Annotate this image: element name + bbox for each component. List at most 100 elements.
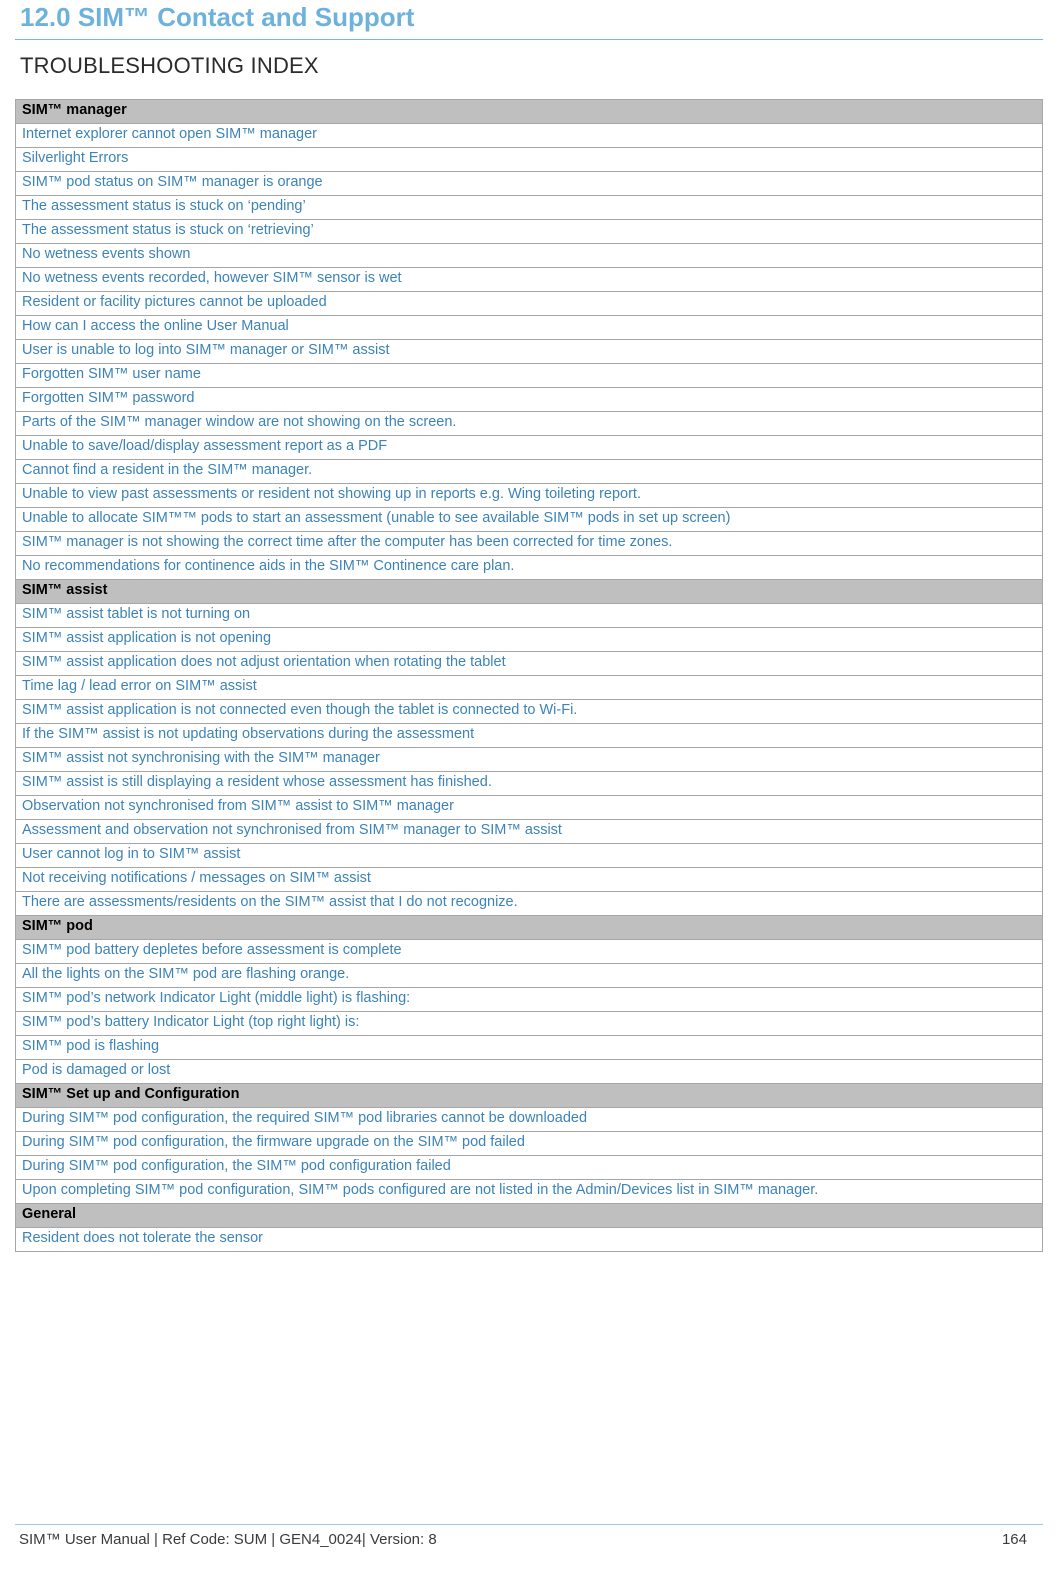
- index-entry-row[interactable]: If the SIM™ assist is not updating obser…: [15, 722, 1043, 748]
- index-entry-link[interactable]: The assessment status is stuck on ‘retri…: [15, 218, 1043, 244]
- index-group-row: General: [15, 1202, 1043, 1228]
- index-entry-link[interactable]: No wetness events recorded, however SIM™…: [15, 266, 1043, 292]
- index-entry-link[interactable]: User is unable to log into SIM™ manager …: [15, 338, 1043, 364]
- index-entry-row[interactable]: No recommendations for continence aids i…: [15, 554, 1043, 580]
- index-entry-row[interactable]: Resident or facility pictures cannot be …: [15, 290, 1043, 316]
- index-entry-link[interactable]: Pod is damaged or lost: [15, 1058, 1043, 1084]
- index-entry-row[interactable]: During SIM™ pod configuration, the requi…: [15, 1106, 1043, 1132]
- index-entry-link[interactable]: Observation not synchronised from SIM™ a…: [15, 794, 1043, 820]
- index-entry-link[interactable]: Upon completing SIM™ pod configuration, …: [15, 1178, 1043, 1204]
- index-entry-link[interactable]: Time lag / lead error on SIM™ assist: [15, 674, 1043, 700]
- index-entry-row[interactable]: During SIM™ pod configuration, the firmw…: [15, 1130, 1043, 1156]
- index-entry-row[interactable]: Unable to view past assessments or resid…: [15, 482, 1043, 508]
- index-entry-link[interactable]: No wetness events shown: [15, 242, 1043, 268]
- index-entry-link[interactable]: SIM™ pod is flashing: [15, 1034, 1043, 1060]
- section-heading: TROUBLESHOOTING INDEX: [20, 52, 319, 78]
- index-entry-link[interactable]: The assessment status is stuck on ‘pendi…: [15, 194, 1043, 220]
- index-entry-link[interactable]: SIM™ assist not synchronising with the S…: [15, 746, 1043, 772]
- index-entry-row[interactable]: During SIM™ pod configuration, the SIM™ …: [15, 1154, 1043, 1180]
- index-entry-row[interactable]: Resident does not tolerate the sensor: [15, 1226, 1043, 1252]
- index-entry-row[interactable]: User is unable to log into SIM™ manager …: [15, 338, 1043, 364]
- index-entry-row[interactable]: SIM™ assist tablet is not turning on: [15, 602, 1043, 628]
- index-entry-link[interactable]: SIM™ pod’s network Indicator Light (midd…: [15, 986, 1043, 1012]
- index-entry-link[interactable]: SIM™ pod’s battery Indicator Light (top …: [15, 1010, 1043, 1036]
- index-entry-link[interactable]: If the SIM™ assist is not updating obser…: [15, 722, 1043, 748]
- index-entry-link[interactable]: Assessment and observation not synchroni…: [15, 818, 1043, 844]
- index-entry-link[interactable]: SIM™ pod status on SIM™ manager is orang…: [15, 170, 1043, 196]
- index-entry-row[interactable]: SIM™ pod battery depletes before assessm…: [15, 938, 1043, 964]
- index-group-row: SIM™ pod: [15, 914, 1043, 940]
- index-entry-link[interactable]: Parts of the SIM™ manager window are not…: [15, 410, 1043, 436]
- index-entry-link[interactable]: Not receiving notifications / messages o…: [15, 866, 1043, 892]
- index-group-row: SIM™ assist: [15, 578, 1043, 604]
- index-entry-link[interactable]: Resident does not tolerate the sensor: [15, 1226, 1043, 1252]
- index-entry-link[interactable]: SIM™ assist tablet is not turning on: [15, 602, 1043, 628]
- index-group-row: SIM™ Set up and Configuration: [15, 1082, 1043, 1108]
- index-entry-row[interactable]: Cannot find a resident in the SIM™ manag…: [15, 458, 1043, 484]
- index-entry-row[interactable]: SIM™ pod’s network Indicator Light (midd…: [15, 986, 1043, 1012]
- index-entry-link[interactable]: All the lights on the SIM™ pod are flash…: [15, 962, 1043, 988]
- index-entry-row[interactable]: Forgotten SIM™ password: [15, 386, 1043, 412]
- index-entry-row[interactable]: SIM™ assist application is not opening: [15, 626, 1043, 652]
- index-entry-row[interactable]: SIM™ assist is still displaying a reside…: [15, 770, 1043, 796]
- index-entry-row[interactable]: SIM™ assist application does not adjust …: [15, 650, 1043, 676]
- index-entry-link[interactable]: There are assessments/residents on the S…: [15, 890, 1043, 916]
- index-entry-link[interactable]: SIM™ manager is not showing the correct …: [15, 530, 1043, 556]
- index-entry-row[interactable]: Observation not synchronised from SIM™ a…: [15, 794, 1043, 820]
- index-entry-row[interactable]: All the lights on the SIM™ pod are flash…: [15, 962, 1043, 988]
- index-entry-row[interactable]: The assessment status is stuck on ‘pendi…: [15, 194, 1043, 220]
- index-entry-row[interactable]: Not receiving notifications / messages o…: [15, 866, 1043, 892]
- index-entry-link[interactable]: User cannot log in to SIM™ assist: [15, 842, 1043, 868]
- index-entry-link[interactable]: No recommendations for continence aids i…: [15, 554, 1043, 580]
- index-entry-link[interactable]: SIM™ pod battery depletes before assessm…: [15, 938, 1043, 964]
- index-entry-row[interactable]: SIM™ pod’s battery Indicator Light (top …: [15, 1010, 1043, 1036]
- index-group-header: SIM™ Set up and Configuration: [15, 1082, 1043, 1108]
- index-entry-link[interactable]: During SIM™ pod configuration, the SIM™ …: [15, 1154, 1043, 1180]
- index-entry-row[interactable]: The assessment status is stuck on ‘retri…: [15, 218, 1043, 244]
- index-entry-row[interactable]: Assessment and observation not synchroni…: [15, 818, 1043, 844]
- index-entry-row[interactable]: Unable to allocate SIM™™ pods to start a…: [15, 506, 1043, 532]
- index-entry-link[interactable]: During SIM™ pod configuration, the requi…: [15, 1106, 1043, 1132]
- index-entry-row[interactable]: SIM™ pod status on SIM™ manager is orang…: [15, 170, 1043, 196]
- index-entry-link[interactable]: SIM™ assist application is not opening: [15, 626, 1043, 652]
- index-entry-link[interactable]: Resident or facility pictures cannot be …: [15, 290, 1043, 316]
- index-entry-link[interactable]: Forgotten SIM™ password: [15, 386, 1043, 412]
- troubleshooting-index-table: SIM™ manager Internet explorer cannot ope…: [15, 98, 1043, 1252]
- index-entry-link[interactable]: During SIM™ pod configuration, the firmw…: [15, 1130, 1043, 1156]
- index-entry-link[interactable]: Unable to view past assessments or resid…: [15, 482, 1043, 508]
- index-entry-link[interactable]: SIM™ assist application does not adjust …: [15, 650, 1043, 676]
- index-entry-row[interactable]: No wetness events recorded, however SIM™…: [15, 266, 1043, 292]
- index-entry-row[interactable]: Parts of the SIM™ manager window are not…: [15, 410, 1043, 436]
- index-entry-link[interactable]: SIM™ assist is still displaying a reside…: [15, 770, 1043, 796]
- index-group-row: SIM™ manager: [15, 98, 1043, 124]
- page-footer: SIM™ User Manual | Ref Code: SUM | GEN4_…: [15, 1524, 1043, 1557]
- index-entry-row[interactable]: No wetness events shown: [15, 242, 1043, 268]
- index-group-header: SIM™ manager: [15, 98, 1043, 124]
- index-entry-row[interactable]: Internet explorer cannot open SIM™ manag…: [15, 122, 1043, 148]
- index-group-header: SIM™ pod: [15, 914, 1043, 940]
- index-entry-row[interactable]: Unable to save/load/display assessment r…: [15, 434, 1043, 460]
- index-entry-link[interactable]: SIM™ assist application is not connected…: [15, 698, 1043, 724]
- index-entry-link[interactable]: Unable to allocate SIM™™ pods to start a…: [15, 506, 1043, 532]
- index-entry-row[interactable]: Pod is damaged or lost: [15, 1058, 1043, 1084]
- index-entry-link[interactable]: How can I access the online User Manual: [15, 314, 1043, 340]
- index-entry-row[interactable]: How can I access the online User Manual: [15, 314, 1043, 340]
- index-entry-row[interactable]: Silverlight Errors: [15, 146, 1043, 172]
- index-entry-link[interactable]: Internet explorer cannot open SIM™ manag…: [15, 122, 1043, 148]
- index-entry-link[interactable]: Forgotten SIM™ user name: [15, 362, 1043, 388]
- index-entry-link[interactable]: Cannot find a resident in the SIM™ manag…: [15, 458, 1043, 484]
- index-entry-row[interactable]: SIM™ assist not synchronising with the S…: [15, 746, 1043, 772]
- index-entry-row[interactable]: Upon completing SIM™ pod configuration, …: [15, 1178, 1043, 1204]
- index-entry-row[interactable]: SIM™ pod is flashing: [15, 1034, 1043, 1060]
- index-entry-row[interactable]: Forgotten SIM™ user name: [15, 362, 1043, 388]
- index-group-header: General: [15, 1202, 1043, 1228]
- index-entry-row[interactable]: SIM™ manager is not showing the correct …: [15, 530, 1043, 556]
- index-entry-row[interactable]: Time lag / lead error on SIM™ assist: [15, 674, 1043, 700]
- index-entry-row[interactable]: User cannot log in to SIM™ assist: [15, 842, 1043, 868]
- index-entry-row[interactable]: SIM™ assist application is not connected…: [15, 698, 1043, 724]
- index-entry-link[interactable]: Silverlight Errors: [15, 146, 1043, 172]
- index-group-header: SIM™ assist: [15, 578, 1043, 604]
- index-entry-row[interactable]: There are assessments/residents on the S…: [15, 890, 1043, 916]
- footer-document-info: SIM™ User Manual | Ref Code: SUM | GEN4_…: [19, 1531, 437, 1548]
- index-entry-link[interactable]: Unable to save/load/display assessment r…: [15, 434, 1043, 460]
